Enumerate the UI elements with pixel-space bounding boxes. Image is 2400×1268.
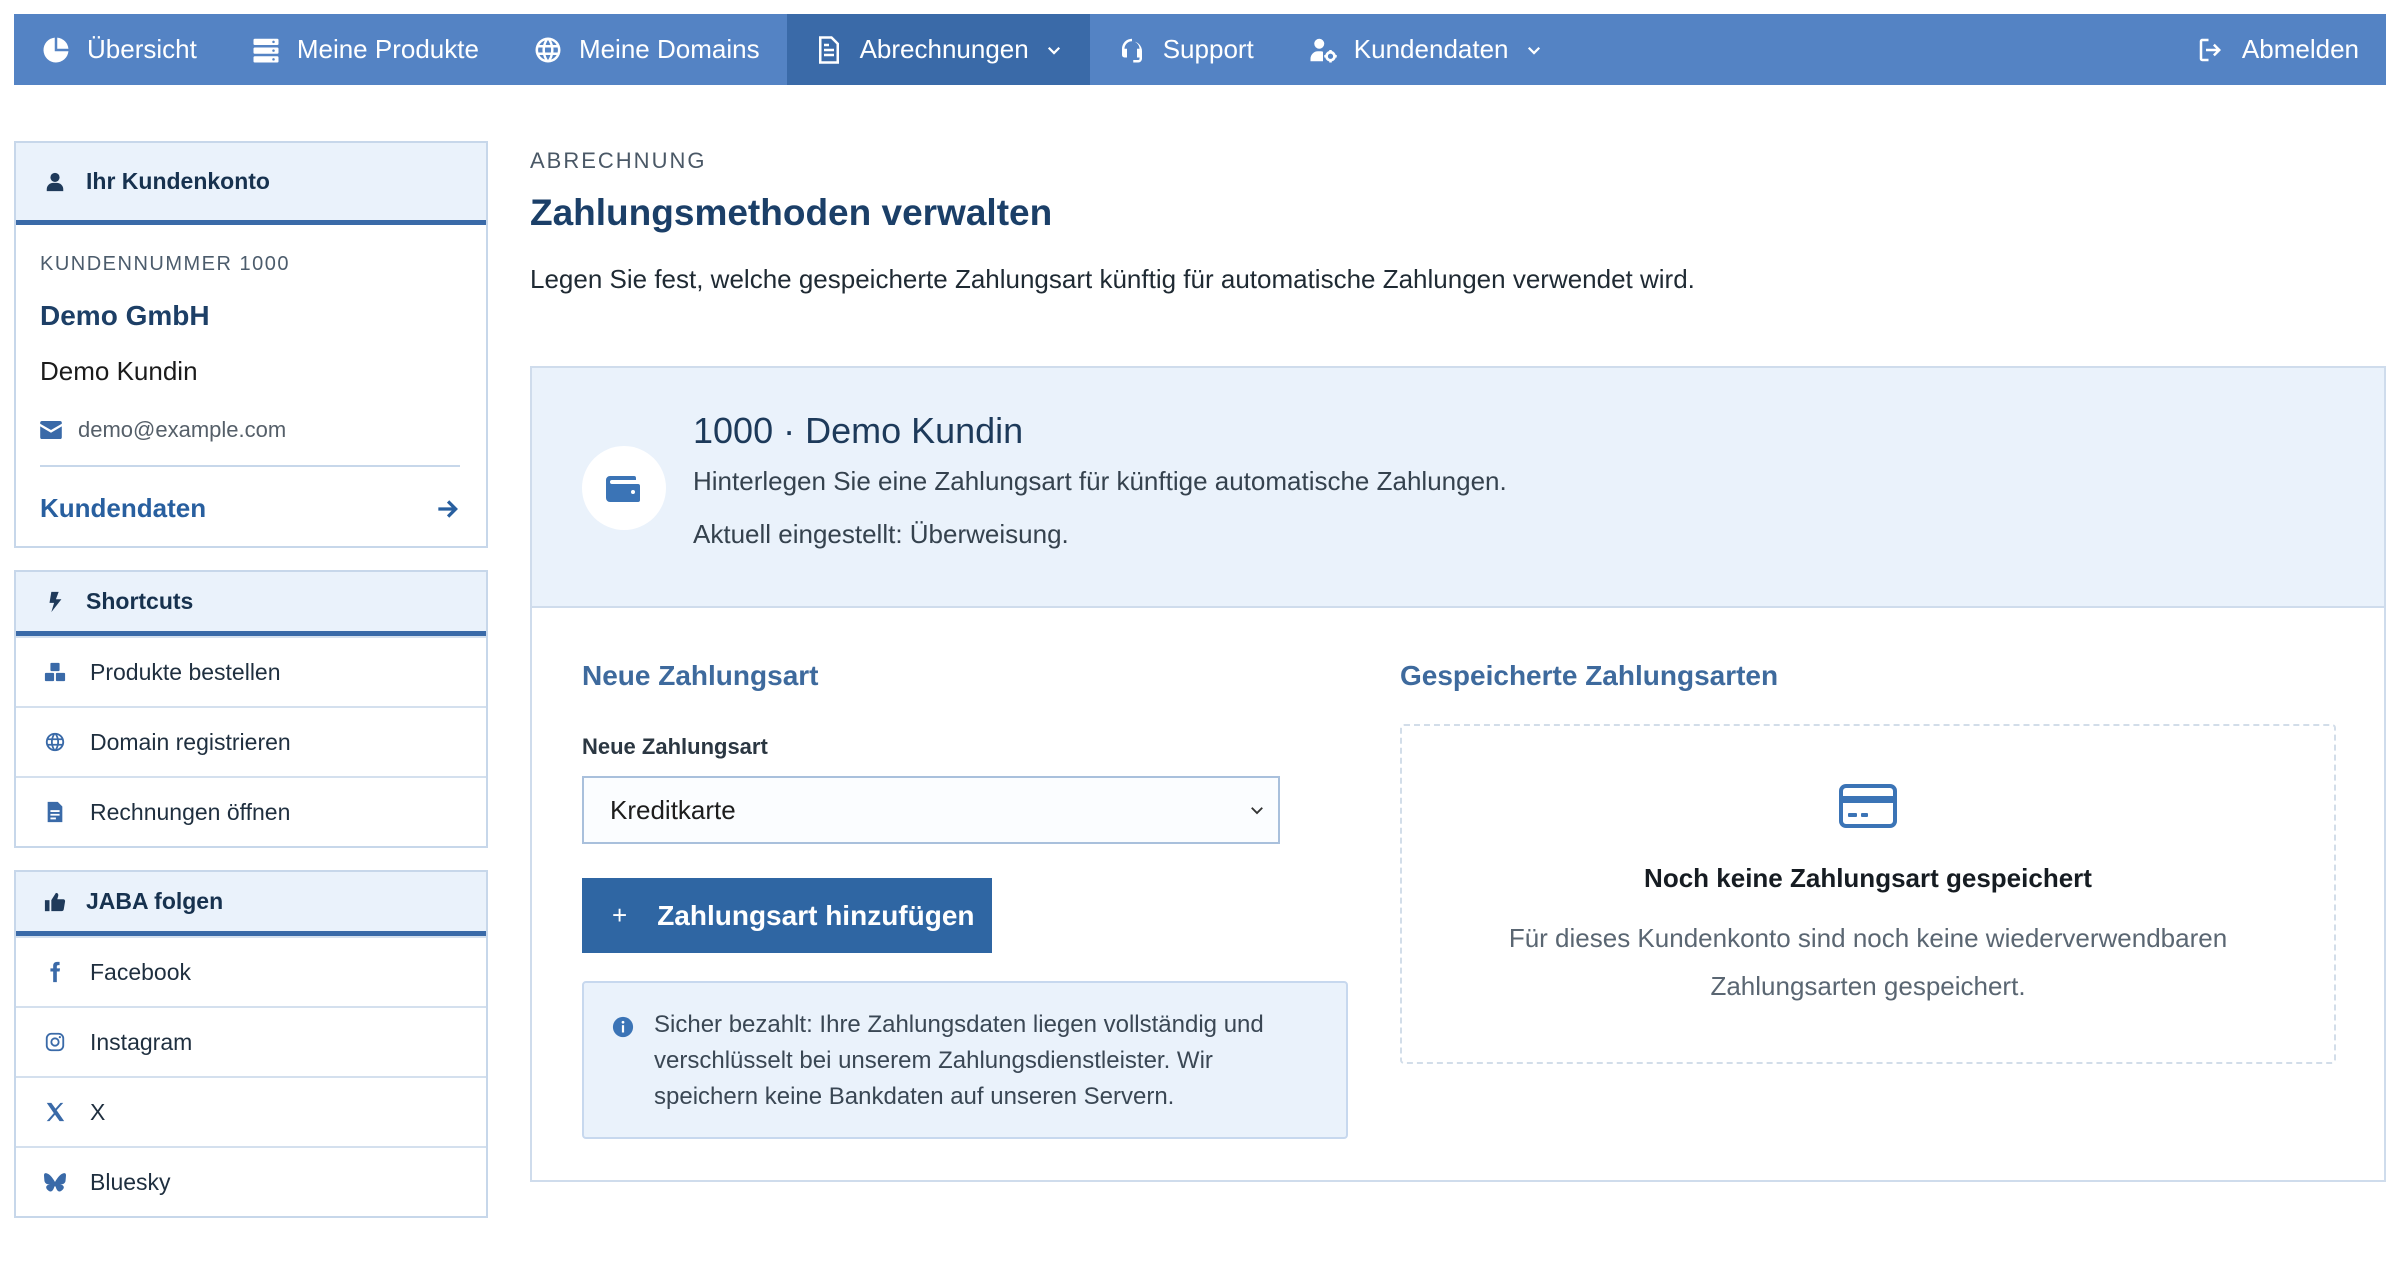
- chevron-down-icon: [1045, 41, 1063, 59]
- nav-item-label: Meine Domains: [578, 34, 760, 64]
- plus-icon: +: [612, 900, 628, 930]
- info-icon: [612, 1013, 634, 1038]
- nav-item-meine-produkte[interactable]: Meine Produkte: [224, 14, 506, 85]
- social-label: X: [90, 1098, 106, 1125]
- shortcut-label: Domain registrieren: [90, 728, 291, 755]
- logout-icon: [2196, 35, 2226, 65]
- chevron-down-icon: [1525, 41, 1543, 59]
- nav-item-label: Kundendaten: [1353, 34, 1509, 64]
- social-panel-header: JABA folgen: [16, 872, 486, 936]
- nav-item-label: Abrechnungen: [859, 34, 1029, 64]
- social-label: Facebook: [90, 958, 192, 985]
- empty-state-description: Für dieses Kundenkonto sind noch keine w…: [1508, 923, 2228, 1001]
- nav-item-label: Support: [1162, 34, 1254, 64]
- security-info-box: Sicher bezahlt: Ihre Zahlungsdaten liege…: [582, 981, 1348, 1139]
- shortcut-produkte-bestellen[interactable]: Produkte bestellen: [16, 636, 486, 706]
- page-title: Zahlungsmethoden verwalten: [530, 192, 1053, 233]
- globe-icon: [533, 35, 563, 65]
- page-intro: Legen Sie fest, welche gespeicherte Zahl…: [530, 264, 1695, 294]
- thumbs-up-icon: [44, 891, 66, 913]
- shortcut-rechnungen-oeffnen[interactable]: Rechnungen öffnen: [16, 776, 486, 846]
- credit-card-icon: [1839, 784, 1897, 833]
- account-panel-header: Ihr Kundenkonto: [16, 143, 486, 225]
- nav-item-label: Übersicht: [87, 34, 197, 64]
- bolt-icon: [44, 591, 66, 613]
- social-label: Instagram: [90, 1028, 193, 1055]
- invoice-icon: [814, 35, 844, 65]
- new-payment-method-section: Neue Zahlungsart Neue Zahlungsart Kredit…: [582, 660, 1348, 1139]
- saved-methods-empty-state: Noch keine Zahlungsart gespeichert Für d…: [1400, 724, 2336, 1064]
- social-panel-title: JABA folgen: [86, 888, 224, 914]
- current-payment-method: Aktuell eingestellt: Überweisung.: [693, 519, 1069, 549]
- shortcut-label: Rechnungen öffnen: [90, 798, 291, 825]
- social-link-facebook[interactable]: Facebook: [16, 936, 486, 1006]
- payment-type-selected: Kreditkarte: [610, 794, 736, 825]
- saved-payment-methods-section: Gespeicherte Zahlungsarten Noch keine Za…: [1400, 660, 2336, 1064]
- arrow-right-icon: [438, 499, 458, 518]
- customer-description: Hinterlegen Sie eine Zahlungsart für kün…: [693, 466, 1507, 496]
- social-link-bluesky[interactable]: Bluesky: [16, 1146, 486, 1216]
- customer-name: Demo Kundin: [40, 356, 198, 386]
- payment-type-label: Neue Zahlungsart: [582, 734, 768, 759]
- account-body: KUNDENNUMMER 1000 Demo GmbH Demo Kundin …: [16, 225, 486, 546]
- customer-number: KUNDENNUMMER 1000: [40, 253, 290, 275]
- top-navigation: Übersicht Meine Produkte Meine Domains A…: [14, 14, 2386, 85]
- main-content: ABRECHNUNG Zahlungsmethoden verwalten Le…: [530, 148, 2386, 1182]
- instagram-icon: [44, 1031, 66, 1053]
- payment-card-header: 1000 · Demo Kundin Hinterlegen Sie eine …: [532, 368, 2384, 608]
- chart-pie-icon: [41, 35, 71, 65]
- sidebar: Ihr Kundenkonto KUNDENNUMMER 1000 Demo G…: [14, 141, 488, 1240]
- new-payment-method-heading: Neue Zahlungsart: [582, 660, 819, 691]
- account-panel: Ihr Kundenkonto KUNDENNUMMER 1000 Demo G…: [14, 141, 488, 548]
- nav-item-label: Meine Produkte: [296, 34, 479, 64]
- nav-item-uebersicht[interactable]: Übersicht: [14, 14, 224, 85]
- saved-payment-methods-heading: Gespeicherte Zahlungsarten: [1400, 660, 1779, 691]
- security-info-text: Sicher bezahlt: Ihre Zahlungsdaten liege…: [654, 1011, 1264, 1110]
- envelope-icon: [40, 421, 62, 439]
- social-link-instagram[interactable]: Instagram: [16, 1006, 486, 1076]
- user-icon: [44, 171, 66, 193]
- nav-item-meine-domains[interactable]: Meine Domains: [506, 14, 787, 85]
- payment-type-select[interactable]: Kreditkarte: [582, 776, 1280, 844]
- customer-email: demo@example.com: [40, 417, 460, 467]
- kundendaten-link-label: Kundendaten: [40, 493, 207, 523]
- shortcut-label: Produkte bestellen: [90, 658, 281, 685]
- nav-item-kundendaten[interactable]: Kundendaten: [1281, 14, 1570, 85]
- social-label: Bluesky: [90, 1168, 171, 1195]
- page-eyebrow: ABRECHNUNG: [530, 148, 707, 173]
- boxes-icon: [44, 661, 66, 683]
- nav-item-abrechnungen[interactable]: Abrechnungen: [786, 14, 1090, 85]
- server-icon: [251, 35, 281, 65]
- wallet-icon: [582, 446, 666, 530]
- company-name: Demo GmbH: [40, 300, 210, 331]
- customer-heading: 1000 · Demo Kundin: [693, 410, 1024, 451]
- payment-methods-card: 1000 · Demo Kundin Hinterlegen Sie eine …: [530, 366, 2386, 1182]
- payment-card-header-text: 1000 · Demo Kundin Hinterlegen Sie eine …: [693, 410, 1507, 550]
- shortcut-domain-registrieren[interactable]: Domain registrieren: [16, 706, 486, 776]
- account-panel-title: Ihr Kundenkonto: [86, 168, 270, 194]
- customer-email-text: demo@example.com: [78, 417, 287, 442]
- add-payment-method-label: Zahlungsart hinzufügen: [657, 899, 975, 931]
- logout-label: Abmelden: [2241, 34, 2359, 64]
- chevron-down-icon: [1251, 807, 1263, 815]
- shortcuts-panel-title: Shortcuts: [86, 588, 194, 614]
- shortcuts-panel: Shortcuts Produkte bestellen Domain regi…: [14, 570, 488, 848]
- payment-card-body: Neue Zahlungsart Neue Zahlungsart Kredit…: [532, 608, 2384, 1182]
- globe-icon: [44, 731, 66, 753]
- kundendaten-link[interactable]: Kundendaten: [40, 467, 460, 524]
- invoice-icon: [44, 801, 66, 823]
- shortcuts-panel-header: Shortcuts: [16, 572, 486, 636]
- logout-button[interactable]: Abmelden: [2169, 14, 2386, 85]
- facebook-icon: [44, 961, 66, 983]
- user-gear-icon: [1308, 35, 1338, 65]
- headset-icon: [1117, 35, 1147, 65]
- nav-item-support[interactable]: Support: [1090, 14, 1281, 85]
- add-payment-method-button[interactable]: + Zahlungsart hinzufügen: [582, 878, 992, 953]
- social-link-x[interactable]: X: [16, 1076, 486, 1146]
- social-panel: JABA folgen Facebook Instagram X Bluesky: [14, 870, 488, 1218]
- bluesky-icon: [44, 1171, 66, 1193]
- empty-state-title: Noch keine Zahlungsart gespeichert: [1644, 863, 2092, 893]
- x-icon: [44, 1101, 66, 1123]
